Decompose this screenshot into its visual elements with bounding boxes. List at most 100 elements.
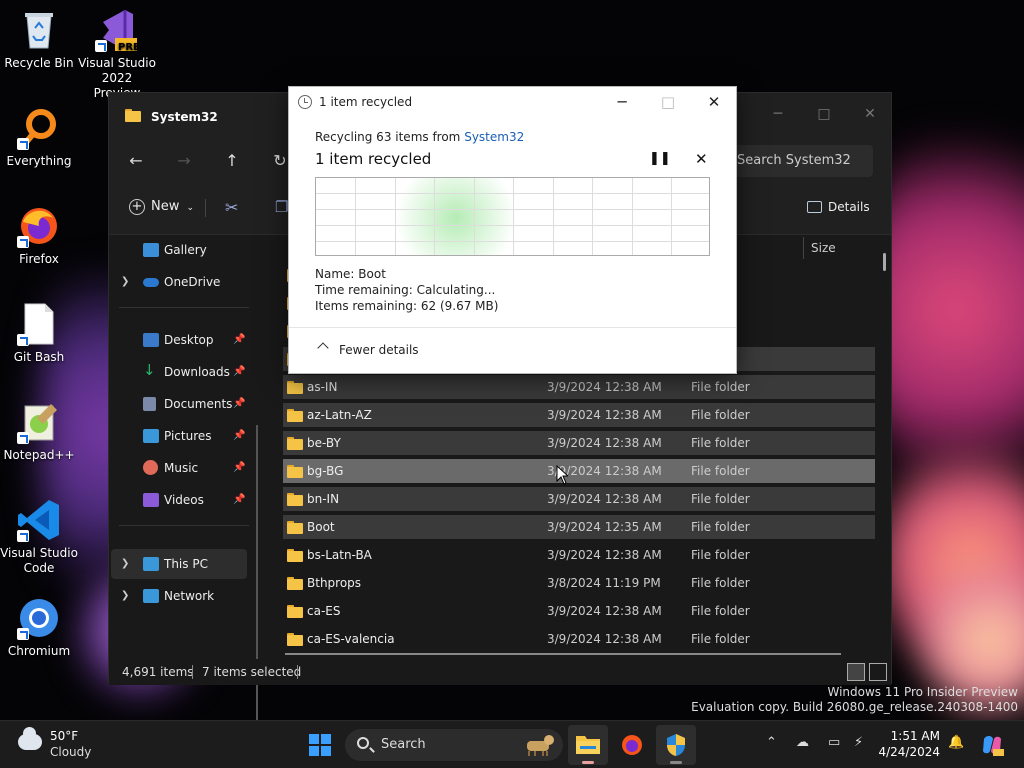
search-input[interactable]: Search System32 xyxy=(725,145,873,177)
clock-date[interactable]: 4/24/2024 xyxy=(868,745,940,759)
pin-icon[interactable]: 📌 xyxy=(233,485,245,515)
sidebar-item-label: OneDrive xyxy=(164,275,221,289)
cancel-icon[interactable]: ✕ xyxy=(695,150,708,168)
window-title: System32 xyxy=(151,110,218,124)
pause-icon[interactable]: ❚❚ xyxy=(649,151,671,166)
sidebar-item-music[interactable]: Music 📌 xyxy=(109,453,249,483)
desktop-icon-notepad-plus-plus[interactable]: Notepad++ xyxy=(0,400,78,463)
taskbar-search-box[interactable]: Search xyxy=(345,729,563,761)
table-row[interactable]: Boot 3/9/2024 12:35 AM File folder xyxy=(283,515,875,539)
chevron-right-icon[interactable]: ❯ xyxy=(121,267,129,297)
sidebar-item-this-pc[interactable]: ❯ This PC xyxy=(111,549,247,579)
new-button[interactable]: + New ⌄ xyxy=(129,199,194,215)
back-arrow-icon[interactable]: ← xyxy=(121,147,151,175)
notification-bell-icon[interactable]: 🔔 xyxy=(948,735,964,750)
folder-icon xyxy=(287,493,303,506)
details-view-icon[interactable] xyxy=(847,663,865,681)
onedrive-icon xyxy=(143,278,159,287)
table-row[interactable]: bn-IN 3/9/2024 12:38 AM File folder xyxy=(283,487,875,511)
forward-arrow-icon[interactable]: → xyxy=(169,147,199,175)
taskbar-security[interactable] xyxy=(656,725,696,765)
display-icon[interactable]: ▭ xyxy=(828,735,840,750)
fewer-details-button[interactable]: Fewer details xyxy=(289,327,736,373)
folder-icon xyxy=(287,437,303,450)
desktop-icon-recycle-bin[interactable]: Recycle Bin xyxy=(0,8,78,71)
mouse-cursor-icon xyxy=(556,465,568,485)
minimize-icon[interactable]: ─ xyxy=(599,87,645,117)
close-icon[interactable]: ✕ xyxy=(847,99,893,129)
shortcut-arrow-icon xyxy=(17,530,29,542)
dialog-body: Recycling 63 items from System32 1 item … xyxy=(289,117,736,327)
sidebar-item-gallery[interactable]: Gallery xyxy=(109,235,249,265)
sidebar-item-videos[interactable]: Videos 📌 xyxy=(109,485,249,515)
table-row[interactable]: az-Latn-AZ 3/9/2024 12:38 AM File folder xyxy=(283,403,875,427)
table-row[interactable]: ca-ES-valencia 3/9/2024 12:38 AM File fold… xyxy=(283,627,875,651)
close-icon[interactable]: ✕ xyxy=(691,87,737,117)
status-bar: 4,691 items 7 items selected xyxy=(109,659,891,685)
chevron-up-icon[interactable]: ⌃ xyxy=(766,735,777,750)
sidebar-item-pictures[interactable]: Pictures 📌 xyxy=(109,421,249,451)
list-scrollbar-thumb[interactable] xyxy=(883,253,886,271)
clock-time[interactable]: 1:51 AM xyxy=(884,729,940,743)
dialog-title-bar[interactable]: 1 item recycled ─ □ ✕ xyxy=(289,87,736,117)
taskbar-firefox[interactable] xyxy=(612,725,652,765)
desktop-folder-icon xyxy=(143,333,159,347)
maximize-icon[interactable]: □ xyxy=(801,99,847,129)
windows-start-icon[interactable] xyxy=(309,734,331,756)
network-status-icon[interactable]: ⚡ xyxy=(854,735,863,750)
table-row[interactable]: be-BY 3/9/2024 12:38 AM File folder xyxy=(283,431,875,455)
column-header-size[interactable]: Size xyxy=(811,241,836,255)
pin-icon[interactable]: 📌 xyxy=(233,325,245,355)
item-count: 4,691 items xyxy=(122,665,194,679)
watermark-line: Windows 11 Pro Insider Preview xyxy=(827,685,1018,699)
sidebar-item-network[interactable]: ❯ Network xyxy=(109,581,249,611)
row-type: File folder xyxy=(691,436,750,450)
sidebar-item-documents[interactable]: Documents 📌 xyxy=(109,389,249,419)
pin-icon[interactable]: 📌 xyxy=(233,421,245,451)
sidebar-item-downloads[interactable]: ↓ Downloads 📌 xyxy=(109,357,249,387)
sidebar-item-onedrive[interactable]: ❯ OneDrive xyxy=(109,267,249,297)
table-row[interactable]: as-IN 3/9/2024 12:38 AM File folder xyxy=(283,375,875,399)
row-type: File folder xyxy=(691,464,750,478)
desktop-icon-git-bash[interactable]: Git Bash xyxy=(0,302,78,365)
copilot-icon[interactable] xyxy=(980,733,1004,757)
desktop-icon-firefox[interactable]: Firefox xyxy=(0,204,78,267)
large-icons-view-icon[interactable] xyxy=(869,663,887,681)
cut-icon[interactable]: ✂ xyxy=(225,198,238,217)
row-name: ca-ES-valencia xyxy=(307,632,395,646)
desktop-icon-chromium[interactable]: Chromium xyxy=(0,596,78,659)
cloud-offline-icon[interactable]: ☁ xyxy=(796,735,809,750)
desktop-icon-visual-studio-preview[interactable]: PRE Visual Studio 2022 Preview xyxy=(78,8,156,101)
horizontal-scrollbar[interactable] xyxy=(285,653,841,655)
pin-icon[interactable]: 📌 xyxy=(233,389,245,419)
pin-icon[interactable]: 📌 xyxy=(233,357,245,387)
table-row[interactable]: Bthprops 3/8/2024 11:19 PM File folder xyxy=(283,571,875,595)
sidebar-item-label: Gallery xyxy=(164,243,207,257)
sidebar-item-desktop[interactable]: Desktop 📌 xyxy=(109,325,249,355)
row-date: 3/9/2024 12:38 AM xyxy=(547,436,662,450)
row-name: bg-BG xyxy=(307,464,344,478)
taskbar: 50°F Cloudy Search ⌃ ☁ ▭ ⚡ 1:51 AM 4/24/… xyxy=(0,720,1024,768)
copy-icon[interactable]: ❐ xyxy=(275,198,288,216)
table-row[interactable]: ca-ES 3/9/2024 12:38 AM File folder xyxy=(283,599,875,623)
minimize-icon[interactable]: ─ xyxy=(755,99,801,129)
graph-gridline xyxy=(316,225,709,226)
details-pane-button[interactable]: Details xyxy=(807,200,870,214)
progress-headline: 1 item recycled xyxy=(315,150,432,168)
source-folder-link[interactable]: System32 xyxy=(464,130,524,144)
table-row[interactable]: bg-BG 3/9/2024 12:38 AM File folder xyxy=(283,459,875,483)
pin-icon[interactable]: 📌 xyxy=(233,453,245,483)
file-explorer-icon xyxy=(576,736,600,754)
table-row[interactable]: bs-Latn-BA 3/9/2024 12:38 AM File folder xyxy=(283,543,875,567)
desktop-icon-everything[interactable]: Everything xyxy=(0,106,78,169)
sidebar-scrollbar[interactable] xyxy=(256,425,258,768)
chevron-right-icon[interactable]: ❯ xyxy=(121,549,129,579)
up-arrow-icon[interactable]: ↑ xyxy=(217,147,247,175)
dialog-title: 1 item recycled xyxy=(319,95,413,109)
taskbar-file-explorer[interactable] xyxy=(568,725,608,765)
toolbar-divider xyxy=(205,199,206,217)
everything-search-icon xyxy=(17,106,61,150)
desktop-icon-vscode[interactable]: Visual Studio Code xyxy=(0,498,78,576)
chevron-right-icon[interactable]: ❯ xyxy=(121,581,129,611)
row-date: 3/8/2024 11:19 PM xyxy=(547,576,661,590)
